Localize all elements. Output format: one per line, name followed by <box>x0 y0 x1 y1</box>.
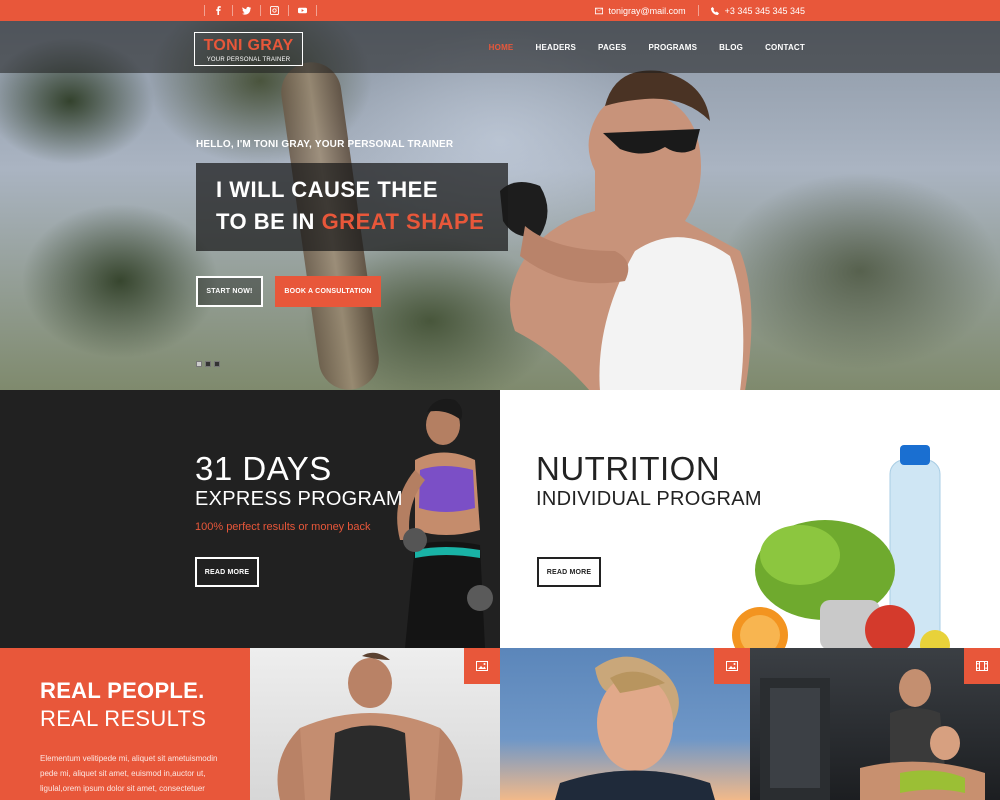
divider <box>697 5 699 16</box>
nav-item-pages[interactable]: PAGES <box>598 43 626 52</box>
divider <box>204 5 205 16</box>
express-program-subtitle: EXPRESS PROGRAM <box>195 488 403 510</box>
hero-headline-line1: I WILL CAUSE THEE <box>216 177 438 202</box>
email-link[interactable]: tonigray@mail.com <box>609 6 686 16</box>
hero-headline-accent: GREAT SHAPE <box>321 209 485 234</box>
results-subheading: REAL RESULTS <box>40 706 207 731</box>
gallery-photo-runner <box>555 656 715 800</box>
slider-pagination <box>196 361 220 367</box>
hero-headline-line2: TO BE IN GREAT SHAPE <box>216 209 484 235</box>
gallery-item[interactable] <box>500 648 750 800</box>
main-navbar: TONI GRAY YOUR PERSONAL TRAINER HOME HEA… <box>0 21 1000 73</box>
social-links <box>195 0 326 21</box>
divider <box>232 5 233 16</box>
youtube-icon[interactable] <box>298 6 307 15</box>
book-consultation-button[interactable]: BOOK A CONSULTATION <box>275 276 381 307</box>
logo-tagline: YOUR PERSONAL TRAINER <box>206 57 291 63</box>
phone-number[interactable]: +3 345 345 345 345 <box>725 6 805 16</box>
gallery-item[interactable] <box>250 648 500 800</box>
express-program-panel: 31 DAYS EXPRESS PROGRAM 100% perfect res… <box>0 390 500 648</box>
instagram-icon[interactable] <box>270 6 279 15</box>
start-now-button[interactable]: START NOW! <box>196 276 263 307</box>
express-program-image <box>397 398 493 648</box>
twitter-icon[interactable] <box>242 6 251 15</box>
nav-item-contact[interactable]: CONTACT <box>765 43 805 52</box>
slider-dot[interactable] <box>214 361 220 367</box>
nutrition-program-title: NUTRITION <box>536 450 721 487</box>
top-bar: tonigray@mail.com +3 345 345 345 345 <box>0 0 1000 21</box>
nutrition-program-subtitle: INDIVIDUAL PROGRAM <box>536 488 762 510</box>
hero-subtitle: HELLO, I'M TONI GRAY, YOUR PERSONAL TRAI… <box>196 139 454 150</box>
express-read-more-button[interactable]: READ MORE <box>195 557 259 587</box>
main-nav: HOME HEADERS PAGES PROGRAMS BLOG CONTACT <box>467 21 805 73</box>
nav-item-home[interactable]: HOME <box>489 43 514 52</box>
film-icon <box>976 661 988 671</box>
slider-dot[interactable] <box>205 361 211 367</box>
hero-headline-prefix: TO BE IN <box>216 209 322 234</box>
phone-icon <box>710 6 719 15</box>
hero-headline-box: I WILL CAUSE THEE TO BE IN GREAT SHAPE <box>196 163 508 251</box>
logo-name: TONI GRAY <box>203 37 294 54</box>
divider <box>260 5 261 16</box>
express-program-title: 31 DAYS <box>195 450 332 487</box>
gallery-badge[interactable] <box>464 648 500 684</box>
nav-item-programs[interactable]: PROGRAMS <box>648 43 697 52</box>
contact-info: tonigray@mail.com +3 345 345 345 345 <box>594 0 805 21</box>
results-heading: REAL PEOPLE. <box>40 678 205 703</box>
hero-section: TONI GRAY YOUR PERSONAL TRAINER HOME HEA… <box>0 21 1000 390</box>
nutrition-program-panel: NUTRITION INDIVIDUAL PROGRAM READ MORE <box>500 390 1000 648</box>
gallery-badge[interactable] <box>714 648 750 684</box>
gallery-badge[interactable] <box>964 648 1000 684</box>
results-description: Elementum velitipede mi, aliquet sit ame… <box>40 754 218 793</box>
nav-item-headers[interactable]: HEADERS <box>535 43 576 52</box>
slider-dot[interactable] <box>196 361 202 367</box>
hero-trainer-image <box>500 70 752 390</box>
facebook-icon[interactable] <box>214 6 223 15</box>
divider <box>316 5 317 16</box>
gallery-photo-bodybuilder <box>277 652 463 800</box>
image-icon <box>476 661 488 671</box>
gallery-photo-gym <box>760 669 985 800</box>
mail-icon <box>594 7 603 15</box>
divider <box>288 5 289 16</box>
nutrition-read-more-button[interactable]: READ MORE <box>537 557 601 587</box>
nav-item-blog[interactable]: BLOG <box>719 43 743 52</box>
gallery-item[interactable] <box>750 648 1000 800</box>
site-logo[interactable]: TONI GRAY YOUR PERSONAL TRAINER <box>194 32 303 66</box>
results-panel: REAL PEOPLE. REAL RESULTS Elementum veli… <box>0 648 250 800</box>
express-program-note: 100% perfect results or money back <box>195 521 371 533</box>
image-icon <box>726 661 738 671</box>
